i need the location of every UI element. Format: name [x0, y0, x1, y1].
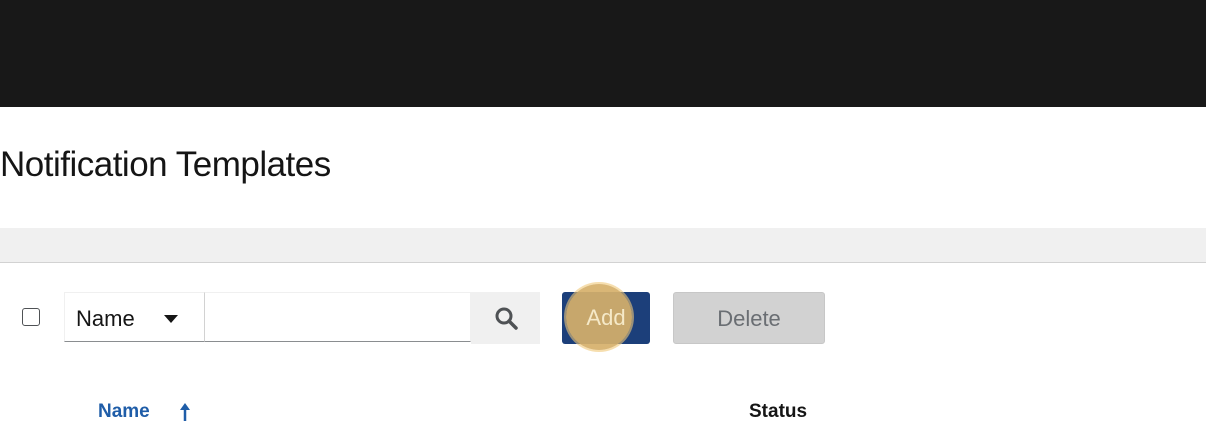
column-header-status[interactable]: Status — [749, 401, 807, 423]
delete-button[interactable]: Delete — [673, 292, 825, 344]
sort-ascending-icon[interactable] — [178, 402, 192, 422]
search-button[interactable] — [471, 292, 540, 344]
search-input[interactable] — [204, 292, 471, 342]
select-all-checkbox[interactable] — [22, 308, 40, 326]
filter-field-label: Name — [76, 306, 135, 331]
caret-down-icon — [164, 315, 178, 323]
tab-bar — [0, 228, 1206, 263]
delete-button-label: Delete — [717, 306, 781, 331]
column-header-name[interactable]: Name — [98, 401, 150, 423]
search-icon — [495, 307, 518, 330]
toolbar: Name Add Delete — [0, 284, 1206, 350]
add-button-label: Add — [586, 305, 626, 330]
top-bar — [0, 0, 1206, 107]
filter-field-select[interactable]: Name — [64, 292, 204, 342]
page-title: Notification Templates — [0, 145, 331, 184]
add-button[interactable]: Add — [562, 284, 650, 350]
